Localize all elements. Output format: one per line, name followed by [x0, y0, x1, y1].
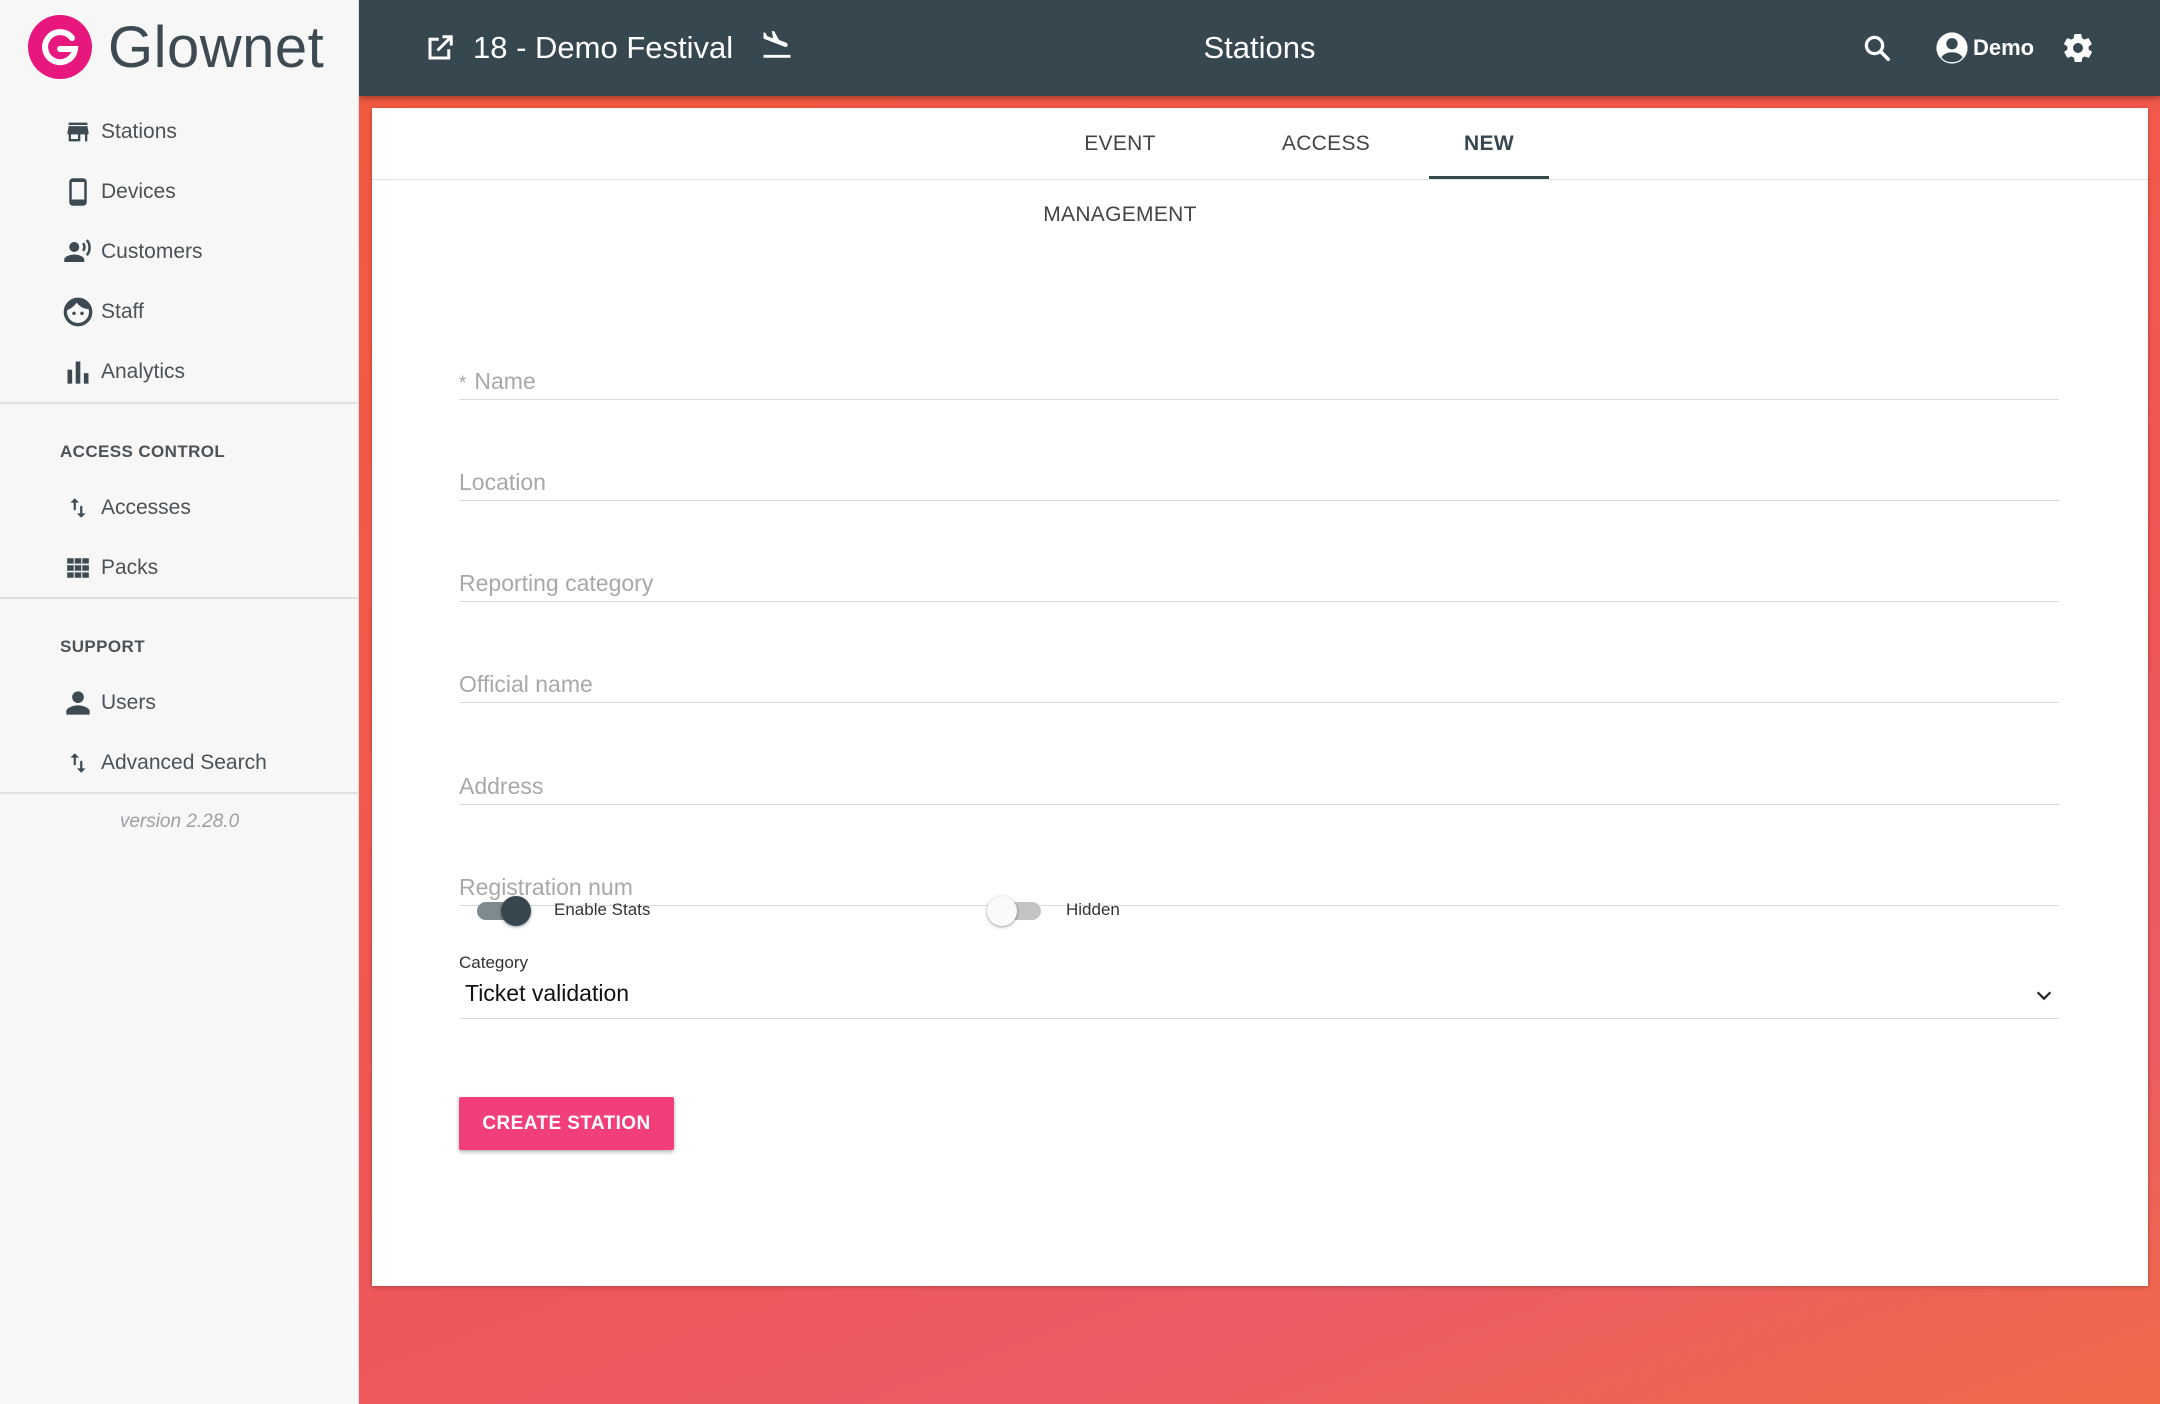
- sidebar-item-label: Customers: [101, 240, 203, 263]
- chevron-down-icon: [2033, 984, 2055, 1011]
- tab-bar: EVENT MANAGEMENT ACCESS NEW: [372, 108, 2148, 226]
- sidebar-item-advanced-search[interactable]: Advanced Search: [0, 733, 359, 793]
- sidebar-item-stations[interactable]: Stations: [0, 102, 359, 162]
- hidden-label: Hidden: [1066, 900, 1120, 919]
- face-icon: [62, 296, 94, 328]
- version-text: version 2.28.0: [119, 811, 240, 832]
- grid-icon: [62, 552, 94, 584]
- sidebar-item-label: Stations: [101, 120, 177, 143]
- create-station-button[interactable]: CREATE STATION: [459, 1097, 674, 1150]
- sidebar-item-users[interactable]: Users: [0, 673, 359, 733]
- sidebar-item-staff[interactable]: Staff: [0, 282, 359, 342]
- swap-vert-icon: [62, 492, 94, 524]
- sidebar-divider: [0, 402, 359, 404]
- required-marker: *: [459, 373, 467, 394]
- sidebar: Glownet Stations Devices Customers Staff: [0, 0, 359, 1404]
- new-station-card: EVENT MANAGEMENT ACCESS NEW * Name Locati…: [372, 108, 2148, 1286]
- tab-access[interactable]: ACCESS: [1277, 108, 1375, 179]
- sidebar-item-label: Accesses: [101, 496, 191, 519]
- registration-num-field[interactable]: Registration num: [459, 845, 2059, 906]
- hidden-toggle[interactable]: [987, 892, 1043, 928]
- smartphone-icon: [62, 176, 94, 208]
- logo[interactable]: Glownet: [28, 12, 324, 82]
- main-area: 18 - Demo Festival Stations Demo EVENT M…: [359, 0, 2160, 1404]
- user-name[interactable]: Demo: [1973, 0, 2034, 96]
- sidebar-item-label: Packs: [101, 556, 159, 579]
- address-field[interactable]: Address: [459, 744, 2059, 805]
- bar-chart-icon: [62, 356, 94, 388]
- sidebar-item-label: Devices: [101, 180, 176, 203]
- location-field-label: Location: [459, 469, 546, 495]
- top-app-bar: 18 - Demo Festival Stations Demo: [359, 0, 2160, 96]
- section-header-support: SUPPORT: [60, 637, 145, 656]
- reporting-category-field[interactable]: Reporting category: [459, 541, 2059, 602]
- enable-stats-label: Enable Stats: [554, 900, 651, 919]
- sidebar-divider: [0, 597, 359, 599]
- event-title[interactable]: 18 - Demo Festival: [473, 0, 733, 96]
- sidebar-item-devices[interactable]: Devices: [0, 162, 359, 222]
- section-header-access-control: ACCESS CONTROL: [60, 442, 226, 461]
- brand-name: Glownet: [108, 14, 325, 80]
- category-label: Category: [459, 953, 528, 972]
- gear-icon[interactable]: [2059, 29, 2097, 67]
- open-in-new-icon[interactable]: [423, 31, 457, 65]
- enable-stats-toggle[interactable]: [475, 892, 531, 928]
- account-circle-icon[interactable]: [1933, 29, 1971, 67]
- official-name-field-label: Official name: [459, 671, 593, 697]
- sidebar-divider: [0, 792, 359, 794]
- sidebar-item-label: Analytics: [101, 360, 186, 383]
- name-field-label: * Name: [459, 368, 536, 395]
- sidebar-item-accesses[interactable]: Accesses: [0, 478, 359, 538]
- field-label-text: Name: [474, 368, 536, 394]
- toggle-thumb: [987, 896, 1017, 926]
- sidebar-item-customers[interactable]: Customers: [0, 222, 359, 282]
- sidebar-item-label: Users: [101, 691, 156, 714]
- glownet-logo-icon: [28, 15, 92, 79]
- flight-land-icon[interactable]: [758, 28, 796, 62]
- toggle-thumb: [501, 896, 531, 926]
- location-field[interactable]: Location: [459, 440, 2059, 501]
- tab-new[interactable]: NEW: [1429, 108, 1549, 179]
- person-icon: [62, 687, 94, 719]
- sidebar-item-label: Advanced Search: [101, 751, 267, 774]
- active-tab-indicator: [1429, 176, 1549, 179]
- customers-icon: [62, 236, 94, 268]
- store-icon: [62, 116, 94, 148]
- category-select[interactable]: Ticket validation: [459, 976, 2059, 1019]
- official-name-field[interactable]: Official name: [459, 642, 2059, 703]
- category-selected-value: Ticket validation: [465, 980, 630, 1006]
- swap-vert-icon: [62, 747, 94, 779]
- sidebar-item-analytics[interactable]: Analytics: [0, 342, 359, 402]
- sidebar-item-packs[interactable]: Packs: [0, 538, 359, 598]
- address-field-label: Address: [459, 773, 544, 799]
- tab-event-management[interactable]: EVENT MANAGEMENT: [1007, 108, 1233, 226]
- reporting-category-field-label: Reporting category: [459, 570, 654, 596]
- name-field[interactable]: * Name: [459, 339, 2059, 400]
- search-icon[interactable]: [1859, 30, 1895, 66]
- sidebar-item-label: Staff: [101, 300, 144, 323]
